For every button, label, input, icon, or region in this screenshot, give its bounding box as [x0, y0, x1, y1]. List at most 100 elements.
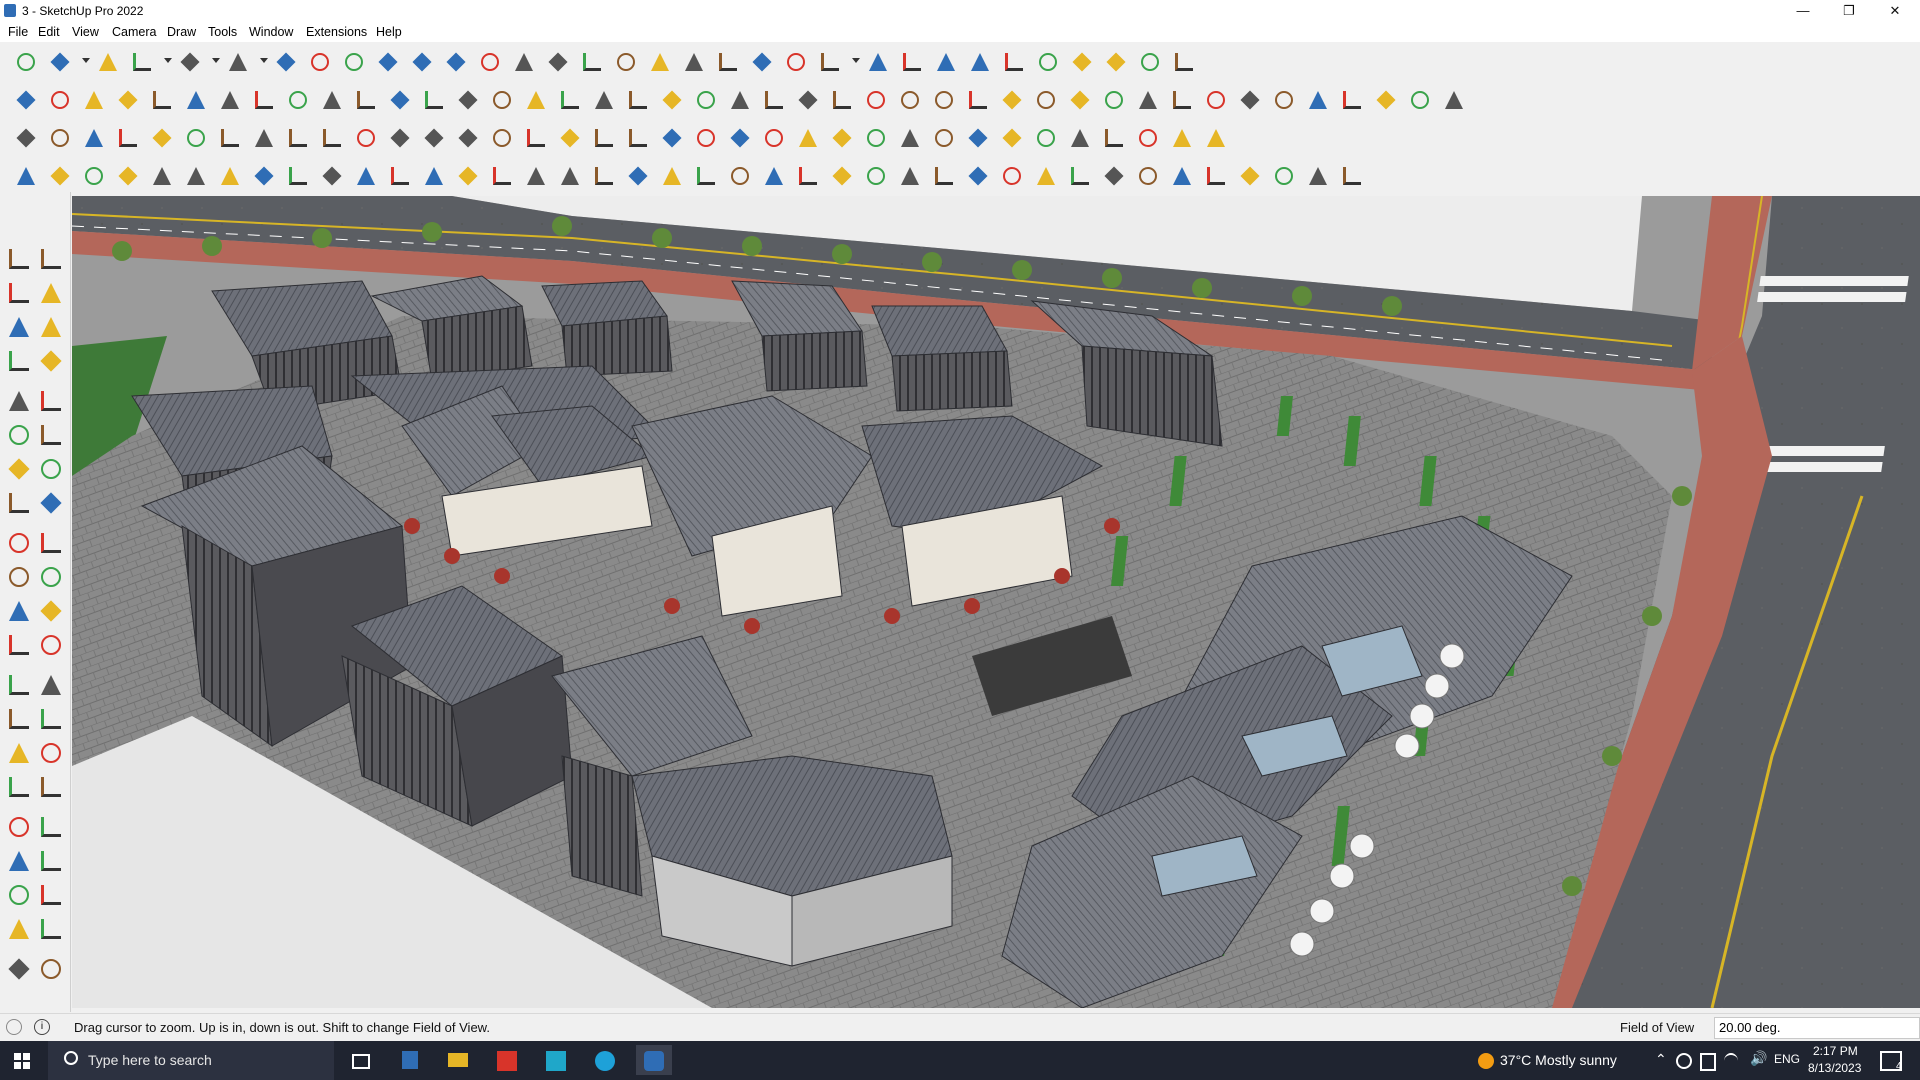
component-icon[interactable] — [590, 86, 618, 114]
arrow-icon[interactable] — [692, 162, 720, 190]
scale-icon[interactable] — [4, 596, 34, 626]
cube-icon[interactable] — [80, 86, 108, 114]
sandbox-icon[interactable] — [680, 48, 708, 76]
intersect-icon[interactable] — [114, 86, 142, 114]
outer-shell-icon[interactable] — [148, 86, 176, 114]
redo-icon[interactable] — [1136, 48, 1164, 76]
shape-icon[interactable] — [658, 162, 686, 190]
curve-icon[interactable] — [1066, 86, 1094, 114]
select-icon[interactable] — [46, 48, 74, 76]
follow-me-icon[interactable] — [306, 48, 334, 76]
box-icon[interactable] — [556, 86, 584, 114]
split-icon[interactable] — [284, 86, 312, 114]
pencil-icon[interactable] — [128, 48, 156, 76]
offset-icon[interactable] — [36, 596, 66, 626]
user-icon[interactable] — [816, 48, 844, 76]
paint-icon[interactable] — [80, 162, 108, 190]
box-icon[interactable] — [318, 124, 346, 152]
line-icon[interactable] — [12, 162, 40, 190]
arrows-icon[interactable] — [966, 48, 994, 76]
component-icon[interactable] — [4, 312, 34, 342]
corner-icon[interactable] — [386, 162, 414, 190]
solid-icon[interactable] — [1068, 48, 1096, 76]
zoom-icon[interactable] — [612, 48, 640, 76]
spiral-icon[interactable] — [624, 124, 652, 152]
corner-icon[interactable] — [386, 124, 414, 152]
sandbox-icon[interactable] — [748, 48, 776, 76]
layer-icon[interactable] — [148, 124, 176, 152]
tape-icon[interactable] — [4, 630, 34, 660]
tag-icon[interactable] — [828, 86, 856, 114]
house-icon[interactable] — [760, 86, 788, 114]
curve-icon[interactable] — [1100, 86, 1128, 114]
previous-view-icon[interactable] — [36, 812, 66, 842]
arc-icon[interactable] — [1032, 86, 1060, 114]
menu-file[interactable]: File — [8, 25, 28, 39]
menu-window[interactable]: Window — [249, 25, 293, 39]
menu-view[interactable]: View — [72, 25, 99, 39]
circle-icon[interactable] — [930, 86, 958, 114]
dimension-icon[interactable] — [794, 86, 822, 114]
menu-camera[interactable]: Camera — [112, 25, 156, 39]
stairs-icon[interactable] — [964, 162, 992, 190]
arrows-icon[interactable] — [1000, 48, 1028, 76]
dropdown-icon[interactable] — [258, 58, 270, 66]
move-icon[interactable] — [4, 528, 34, 558]
text-icon[interactable] — [36, 670, 66, 700]
subtract-icon[interactable] — [216, 86, 244, 114]
3d-text-icon[interactable] — [36, 704, 66, 734]
curve-icon[interactable] — [420, 124, 448, 152]
geolocation-icon[interactable] — [6, 1019, 22, 1035]
freehand-icon[interactable] — [36, 346, 66, 376]
menu-draw[interactable]: Draw — [167, 25, 196, 39]
tape-icon[interactable] — [36, 312, 66, 342]
wifi-icon[interactable] — [1724, 1053, 1738, 1069]
close-icon[interactable] — [1134, 124, 1162, 152]
line-icon[interactable] — [420, 162, 448, 190]
cube-icon[interactable] — [46, 86, 74, 114]
grid-icon[interactable] — [998, 124, 1026, 152]
arc3-icon[interactable] — [4, 488, 34, 518]
grid-icon[interactable] — [1202, 124, 1230, 152]
material-icon[interactable] — [1440, 86, 1468, 114]
section-icon[interactable] — [420, 86, 448, 114]
move-icon[interactable] — [726, 124, 754, 152]
cut-icon[interactable] — [114, 162, 142, 190]
dimension-icon[interactable] — [36, 630, 66, 660]
stairs-icon[interactable] — [1134, 162, 1162, 190]
axes-icon[interactable] — [4, 704, 34, 734]
grid-icon[interactable] — [1100, 124, 1128, 152]
house-icon[interactable] — [726, 86, 754, 114]
stairs-icon[interactable] — [1270, 162, 1298, 190]
info-icon[interactable]: i — [34, 1019, 50, 1035]
layer-icon[interactable] — [80, 124, 108, 152]
undo-icon[interactable] — [1102, 48, 1130, 76]
stairs-icon[interactable] — [794, 162, 822, 190]
layer-icon[interactable] — [114, 124, 142, 152]
gear-icon[interactable] — [148, 162, 176, 190]
square-icon[interactable] — [216, 124, 244, 152]
stairs-icon[interactable] — [998, 162, 1026, 190]
scale-icon[interactable] — [408, 48, 436, 76]
box-icon[interactable] — [522, 86, 550, 114]
dropdown-icon[interactable] — [210, 58, 222, 66]
union-icon[interactable] — [182, 86, 210, 114]
stairs-icon[interactable] — [896, 162, 924, 190]
paint-bucket-icon[interactable] — [510, 48, 538, 76]
spiral-icon[interactable] — [692, 124, 720, 152]
stairs-icon[interactable] — [862, 162, 890, 190]
warehouse-icon[interactable] — [864, 48, 892, 76]
eraser-icon[interactable] — [36, 278, 66, 308]
calculator-icon[interactable] — [392, 1045, 428, 1075]
follow-me-icon[interactable] — [36, 562, 66, 592]
acrobat-icon[interactable] — [489, 1045, 525, 1075]
edge-icon[interactable] — [587, 1045, 623, 1075]
stairs-icon[interactable] — [1236, 162, 1264, 190]
task-view-icon[interactable] — [342, 1045, 378, 1075]
rectangle-icon[interactable] — [224, 48, 252, 76]
dropdown-icon[interactable] — [80, 58, 92, 66]
position-camera-icon[interactable] — [4, 846, 34, 876]
split-icon[interactable] — [352, 86, 380, 114]
globe-icon[interactable] — [284, 162, 312, 190]
clock-date[interactable]: 8/13/2023 — [1808, 1061, 1861, 1075]
